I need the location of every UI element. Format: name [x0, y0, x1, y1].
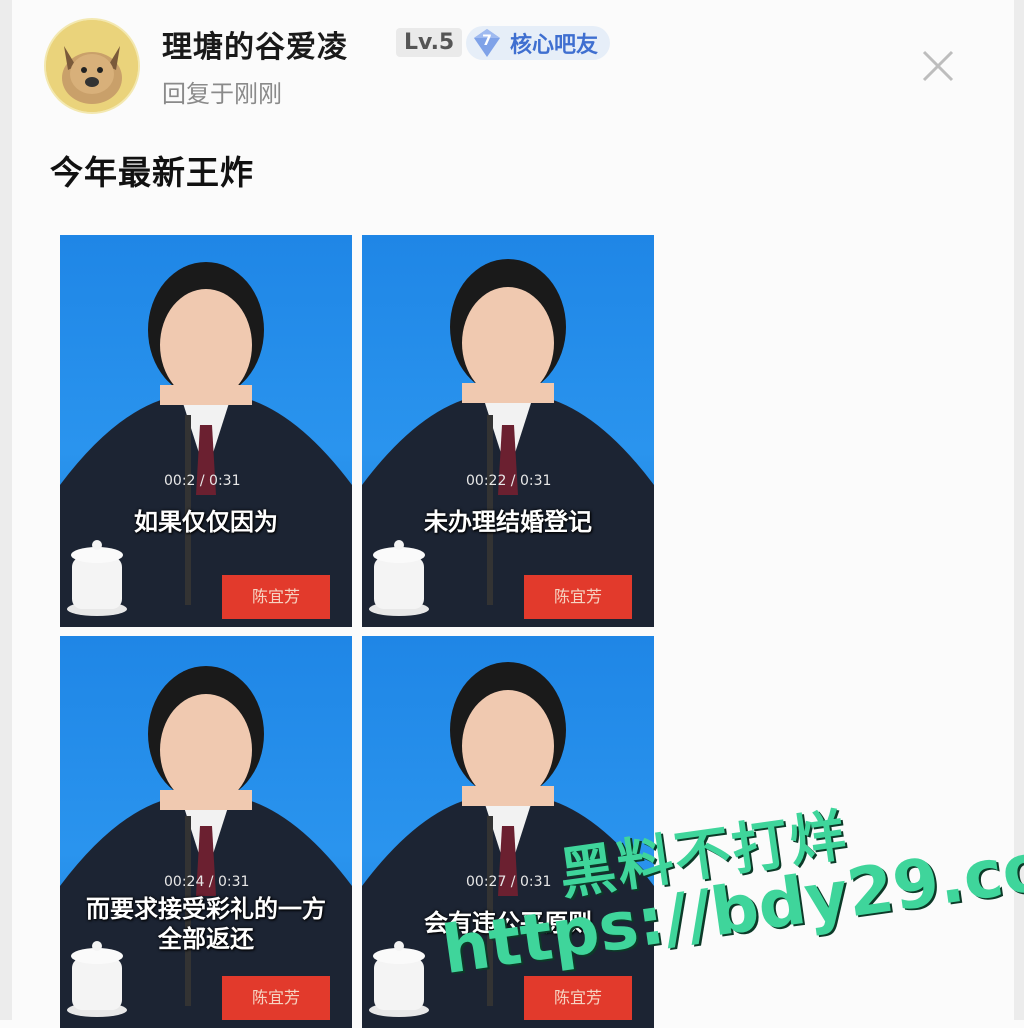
nameplate: 陈宜芳: [222, 575, 330, 619]
badge-label: 核心吧友: [510, 33, 599, 58]
video-frame-2[interactable]: 00:22 / 0:31 未办理结婚登记 陈宜芳: [362, 235, 654, 627]
close-button[interactable]: [918, 46, 958, 86]
diamond-level-icon: 7: [470, 26, 504, 60]
watermark: 黑料不打烊 https://bdy29.co: [438, 790, 1024, 1020]
core-member-badge: 7 核心吧友: [466, 26, 611, 60]
username[interactable]: 理塘的谷爱凌: [162, 22, 348, 66]
avatar[interactable]: [44, 18, 140, 114]
reply-time: 回复于刚刚: [162, 80, 282, 108]
teacup-image: [369, 540, 429, 616]
page-edge-left: [0, 0, 12, 1020]
teacup-image: [67, 941, 127, 1017]
teacup-image: [67, 540, 127, 616]
teacup-image: [369, 941, 429, 1017]
video-frame-1[interactable]: 00:2‌ / 0:31 如果仅仅因为 陈宜芳: [60, 235, 352, 627]
nameplate: 陈宜芳: [222, 976, 330, 1020]
video-frame-3[interactable]: 00:24 / 0:31 而要求接受彩礼的一方 全部返还 陈宜芳: [60, 636, 352, 1028]
badge-number: 7: [482, 33, 492, 49]
close-icon: [922, 50, 954, 82]
nameplate: 陈宜芳: [524, 575, 632, 619]
subtitle: 如果仅仅因为: [134, 508, 278, 536]
video-timestamp: 00:2‌ / 0:31: [164, 473, 241, 489]
subtitle: 未办理结婚登记: [424, 508, 592, 536]
level-badge: Lv.5: [396, 28, 463, 57]
video-timestamp: 00:22 / 0:31: [466, 473, 552, 489]
avatar-dog-image: [46, 20, 138, 112]
video-timestamp: 00:24 / 0:31: [164, 874, 250, 890]
post-text: 今年最新王炸: [50, 153, 254, 192]
